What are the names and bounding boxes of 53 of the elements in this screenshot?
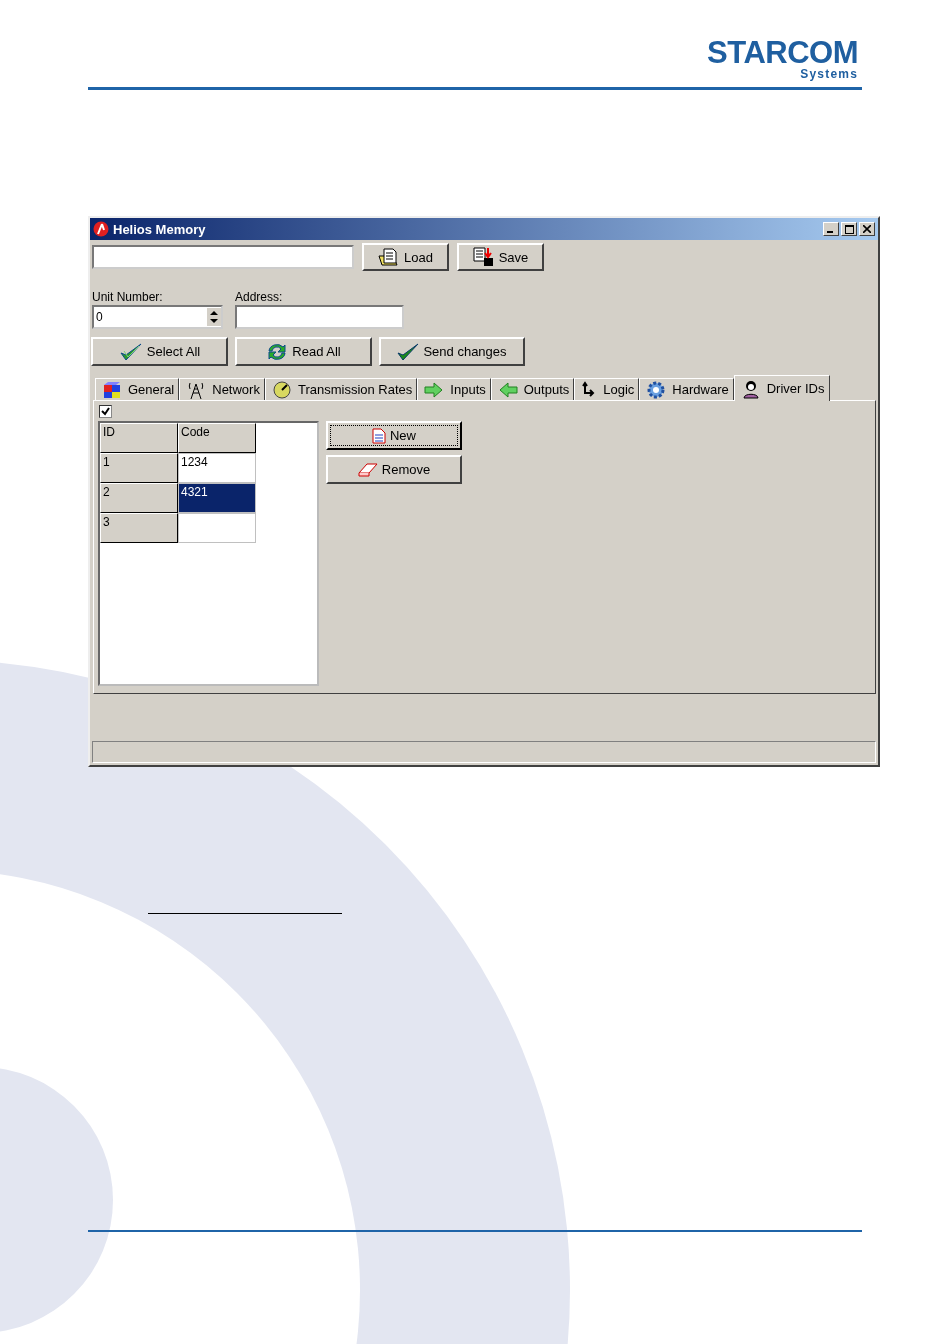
code-cell[interactable] bbox=[178, 513, 256, 543]
new-button[interactable]: New bbox=[326, 421, 462, 450]
row-header: 3 bbox=[100, 513, 178, 543]
send-button[interactable]: Send changes bbox=[379, 337, 525, 366]
tab[interactable]: Hardware bbox=[639, 378, 734, 400]
load-button[interactable]: Load bbox=[362, 243, 449, 271]
close-icon bbox=[863, 225, 871, 233]
right-arrow-icon bbox=[424, 381, 445, 398]
gauge-icon bbox=[271, 379, 292, 400]
read-button[interactable]: Read All bbox=[235, 337, 372, 366]
tab[interactable]: Driver IDs bbox=[733, 375, 830, 401]
tab[interactable]: Outputs bbox=[490, 378, 575, 400]
folder-document-icon bbox=[378, 248, 401, 266]
document-disk-icon bbox=[472, 247, 495, 267]
eraser-icon bbox=[357, 462, 378, 477]
refresh-icon bbox=[266, 341, 289, 362]
tab[interactable]: Network bbox=[179, 378, 265, 400]
tab[interactable]: Inputs bbox=[417, 378, 491, 400]
file-path-field[interactable] bbox=[92, 245, 354, 269]
logo-tagline: Systems bbox=[800, 68, 858, 81]
person-icon bbox=[740, 378, 761, 399]
maximize-button[interactable] bbox=[841, 222, 857, 236]
left-arrow-icon bbox=[497, 381, 518, 398]
checkmark-icon bbox=[397, 342, 420, 361]
column-header: ID bbox=[100, 423, 178, 453]
close-button[interactable] bbox=[859, 222, 875, 236]
checkbox[interactable] bbox=[99, 405, 112, 418]
cubes-icon bbox=[102, 380, 122, 399]
code-cell[interactable]: 4321 bbox=[178, 483, 256, 513]
select-button[interactable]: Select All bbox=[91, 337, 228, 366]
address-field[interactable] bbox=[235, 305, 404, 329]
document-icon bbox=[372, 427, 386, 444]
unit-number-spinner[interactable]: 0 bbox=[92, 305, 223, 329]
row-header: 1 bbox=[100, 453, 178, 483]
address-label: Address: bbox=[235, 290, 284, 304]
tab[interactable]: General bbox=[95, 378, 180, 400]
window-title: Helios Memory bbox=[113, 221, 207, 237]
tab[interactable]: Transmission Rates bbox=[264, 378, 418, 400]
logo-name: STARCOM bbox=[707, 38, 858, 68]
maximize-icon bbox=[844, 224, 854, 234]
gear-icon bbox=[646, 379, 667, 400]
checkmarks-icon bbox=[118, 341, 143, 362]
spin-arrows-icon bbox=[207, 308, 221, 326]
minimize-button[interactable] bbox=[823, 222, 839, 236]
app-icon bbox=[93, 221, 109, 237]
unit-number-label: Unit Number: bbox=[92, 290, 164, 304]
save-button[interactable]: Save bbox=[457, 243, 544, 271]
unit-number-value: 0 bbox=[96, 310, 104, 324]
row-header: 2 bbox=[100, 483, 178, 513]
code-cell[interactable]: 1234 bbox=[178, 453, 256, 483]
remove-button[interactable]: Remove bbox=[326, 455, 462, 484]
tab[interactable]: Logic bbox=[574, 378, 640, 400]
column-header: Code bbox=[178, 423, 256, 453]
